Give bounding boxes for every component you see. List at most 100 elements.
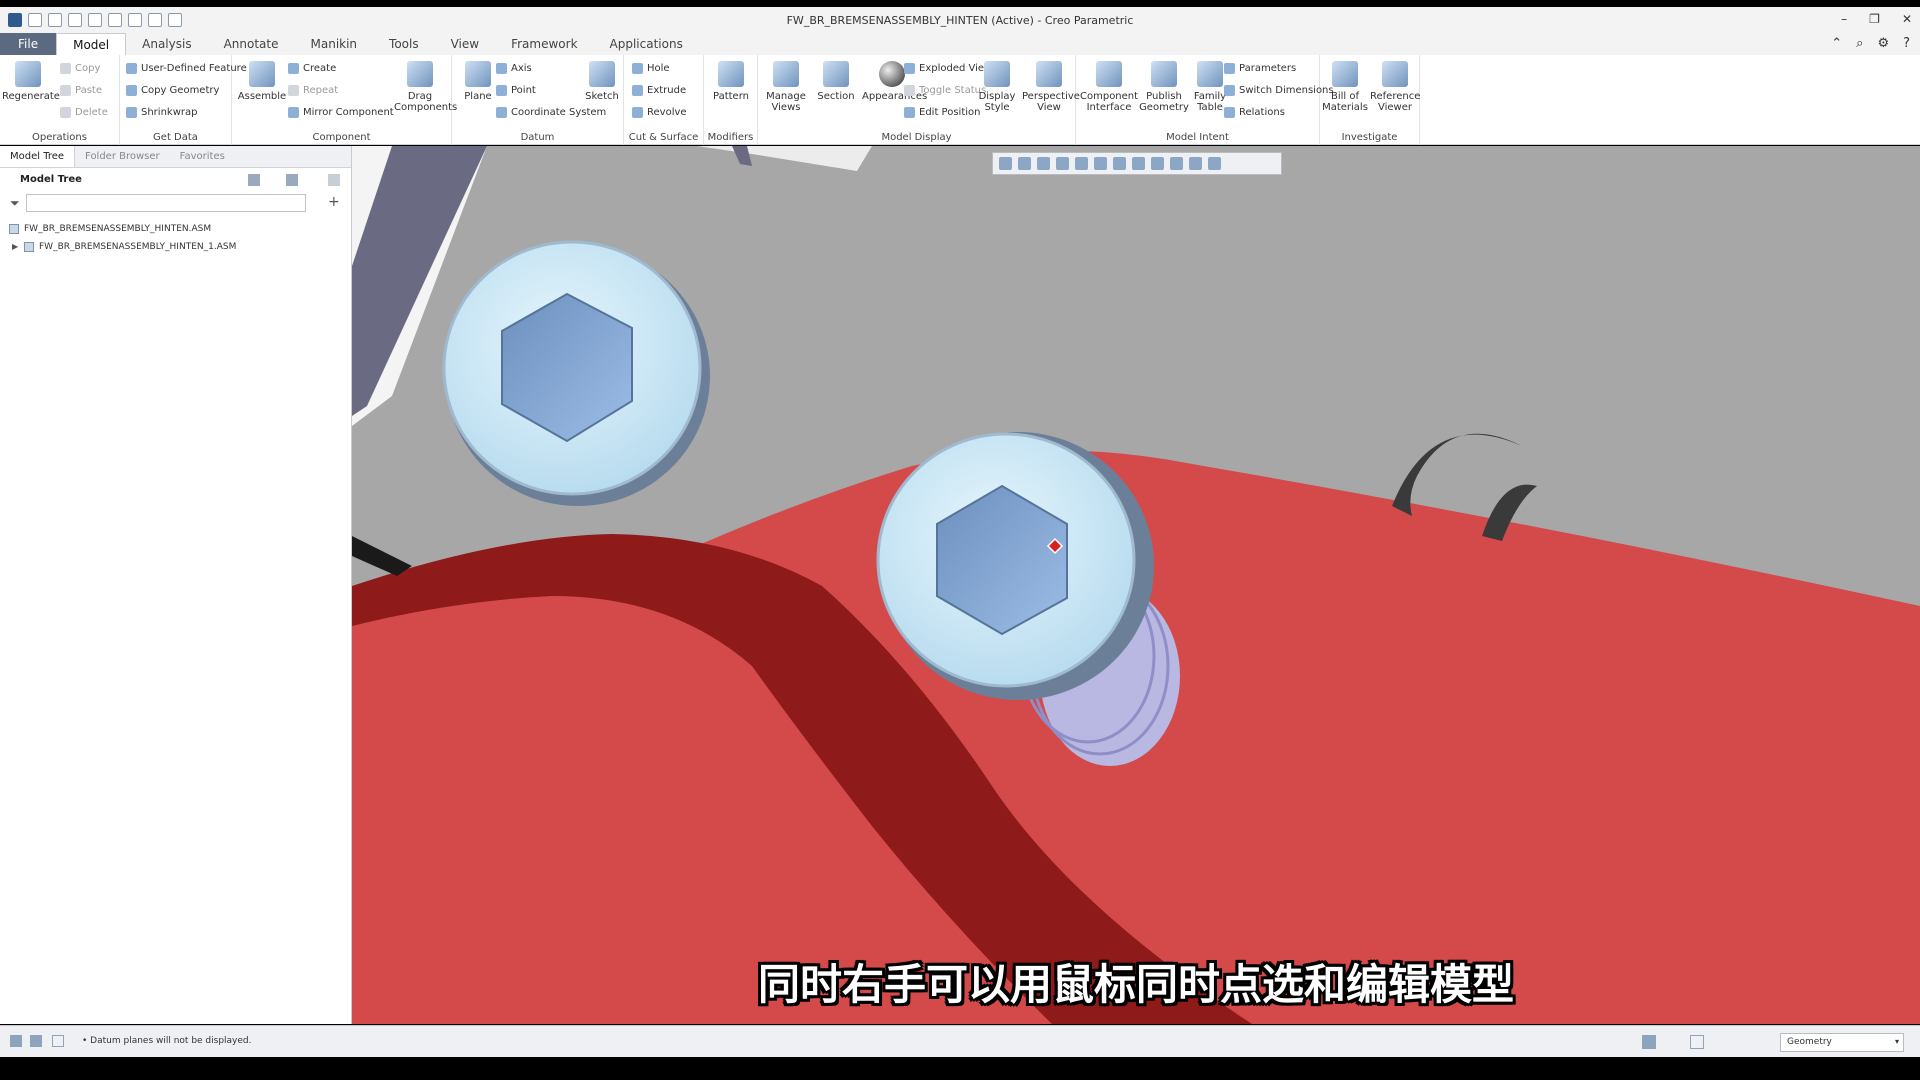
- pattern-label: Pattern: [713, 91, 749, 102]
- section-toolbar-icon[interactable]: [1208, 157, 1221, 170]
- tree-show-icon[interactable]: [328, 174, 340, 186]
- model-scene[interactable]: [352, 146, 1920, 1024]
- status-toggle-icon[interactable]: [10, 1035, 22, 1047]
- tree-item-root[interactable]: FW_BR_BREMSENASSEMBLY_HINTEN.ASM: [0, 220, 351, 238]
- operations-group-label[interactable]: Operations: [0, 132, 119, 143]
- cut-surface-group-label[interactable]: Cut & Surface: [624, 132, 703, 143]
- datum-group-label[interactable]: Datum: [452, 132, 623, 143]
- relations-button[interactable]: Relations: [1224, 107, 1285, 118]
- tab-tools[interactable]: Tools: [373, 33, 435, 55]
- minimize-button[interactable]: –: [1841, 12, 1847, 26]
- tab-framework[interactable]: Framework: [495, 33, 593, 55]
- mirror-component-button[interactable]: Mirror Component: [288, 107, 394, 118]
- datum-display-icon[interactable]: [1151, 157, 1164, 170]
- restore-button[interactable]: ❐: [1869, 12, 1880, 26]
- component-group-label[interactable]: Component: [232, 132, 451, 143]
- tab-model-tree[interactable]: Model Tree: [0, 146, 76, 167]
- toggle-status-icon: [904, 85, 915, 96]
- group-operations: Regenerate Copy Paste Delete Operations: [0, 55, 120, 145]
- copy-button[interactable]: Copy: [60, 63, 100, 74]
- tab-folder-browser[interactable]: Folder Browser: [75, 146, 170, 167]
- saved-orientations-icon[interactable]: [1094, 157, 1107, 170]
- model-display-group-label[interactable]: Model Display: [758, 132, 1075, 143]
- get-data-group-label[interactable]: Get Data: [120, 132, 231, 143]
- copy-geometry-button[interactable]: Copy Geometry: [126, 85, 219, 96]
- component-interface-label: Component Interface: [1080, 91, 1139, 113]
- tree-item-subassembly[interactable]: ▶ FW_BR_BREMSENASSEMBLY_HINTEN_1.ASM: [0, 238, 351, 256]
- csys-button[interactable]: Coordinate System: [496, 107, 606, 118]
- selection-filter-icon[interactable]: [1690, 1035, 1704, 1049]
- revolve-button[interactable]: Revolve: [632, 107, 687, 118]
- tab-applications[interactable]: Applications: [594, 33, 699, 55]
- point-button[interactable]: Point: [496, 85, 536, 96]
- tree-settings-icon[interactable]: [248, 174, 260, 186]
- tree-columns-icon[interactable]: [286, 174, 298, 186]
- view-manager-icon[interactable]: [1113, 157, 1126, 170]
- reference-viewer-button[interactable]: Reference Viewer: [1370, 61, 1420, 113]
- udf-button[interactable]: User-Defined Feature: [126, 63, 247, 74]
- display-style-button[interactable]: Display Style: [974, 61, 1020, 113]
- find-icon[interactable]: [1642, 1035, 1656, 1049]
- tree-search-input[interactable]: [26, 194, 306, 212]
- sketch-button[interactable]: Sketch: [580, 61, 624, 102]
- bill-of-materials-button[interactable]: Bill of Materials: [1320, 61, 1370, 113]
- investigate-group-label[interactable]: Investigate: [1320, 132, 1419, 143]
- search-icon[interactable]: ⌕: [1856, 36, 1863, 51]
- copy-label: Copy: [75, 63, 101, 74]
- axis-button[interactable]: Axis: [496, 63, 532, 74]
- drag-components-button[interactable]: Drag Components: [394, 61, 457, 113]
- modifiers-group-label[interactable]: Modifiers: [704, 132, 757, 143]
- annotation-display-icon[interactable]: [1170, 157, 1183, 170]
- repaint-icon[interactable]: [1056, 157, 1069, 170]
- edit-position-button[interactable]: Edit Position: [904, 107, 980, 118]
- selection-filter-value: Geometry: [1787, 1037, 1832, 1047]
- switch-dimensions-button[interactable]: Switch Dimensions: [1224, 85, 1334, 96]
- publish-geometry-button[interactable]: Publish Geometry: [1138, 61, 1190, 113]
- collapse-ribbon-icon[interactable]: ⌃: [1831, 36, 1842, 51]
- parameters-button[interactable]: Parameters: [1224, 63, 1296, 74]
- letterbox-bottom: [0, 1057, 1920, 1080]
- status-window-icon[interactable]: [52, 1035, 64, 1047]
- group-model-display: Manage Views Section Appearances Explode…: [758, 55, 1080, 145]
- shrinkwrap-button[interactable]: Shrinkwrap: [126, 107, 197, 118]
- repeat-button[interactable]: Repeat: [288, 85, 338, 96]
- tab-file[interactable]: File: [0, 33, 57, 55]
- manage-views-button[interactable]: Manage Views: [760, 61, 812, 113]
- assemble-button[interactable]: Assemble: [236, 61, 288, 102]
- add-filter-icon[interactable]: +: [328, 194, 340, 210]
- expand-arrow-icon[interactable]: ▶: [12, 238, 18, 256]
- selection-filter-dropdown[interactable]: Geometry ▾: [1780, 1033, 1904, 1052]
- hole-button[interactable]: Hole: [632, 63, 670, 74]
- create-button[interactable]: Create: [288, 63, 336, 74]
- publish-geometry-label: Publish Geometry: [1139, 91, 1189, 113]
- refit-icon[interactable]: [999, 157, 1012, 170]
- model-intent-group-label[interactable]: Model Intent: [1076, 132, 1319, 143]
- display-style-toolbar-icon[interactable]: [1075, 157, 1088, 170]
- regenerate-button[interactable]: Regenerate: [2, 61, 60, 102]
- tab-analysis[interactable]: Analysis: [126, 33, 207, 55]
- status-graphics-icon[interactable]: [30, 1035, 42, 1047]
- display-style-label: Display Style: [978, 91, 1016, 113]
- pattern-button[interactable]: Pattern: [705, 61, 757, 102]
- group-modifiers: Pattern Modifiers: [704, 55, 758, 145]
- extrude-button[interactable]: Extrude: [632, 85, 686, 96]
- perspective-view-button[interactable]: Perspective View: [1022, 61, 1080, 113]
- perspective-icon[interactable]: [1132, 157, 1145, 170]
- tab-view[interactable]: View: [435, 33, 495, 55]
- delete-button[interactable]: Delete: [60, 107, 108, 118]
- tab-annotate[interactable]: Annotate: [208, 33, 295, 55]
- section-button[interactable]: Section: [810, 61, 862, 102]
- settings-icon[interactable]: ⚙: [1877, 36, 1889, 51]
- tab-manikin[interactable]: Manikin: [295, 33, 374, 55]
- component-interface-button[interactable]: Component Interface: [1080, 61, 1138, 113]
- tab-favorites[interactable]: Favorites: [170, 146, 235, 167]
- zoom-out-icon[interactable]: [1037, 157, 1050, 170]
- close-button[interactable]: ✕: [1902, 12, 1912, 26]
- spin-center-icon[interactable]: [1189, 157, 1202, 170]
- help-icon[interactable]: ?: [1903, 36, 1910, 51]
- graphics-viewport[interactable]: 同时右手可以用鼠标同时点选和编辑模型: [352, 146, 1920, 1024]
- filter-icon[interactable]: ⏷: [10, 196, 20, 211]
- tab-model[interactable]: Model: [56, 33, 127, 55]
- zoom-in-icon[interactable]: [1018, 157, 1031, 170]
- paste-button[interactable]: Paste: [60, 85, 102, 96]
